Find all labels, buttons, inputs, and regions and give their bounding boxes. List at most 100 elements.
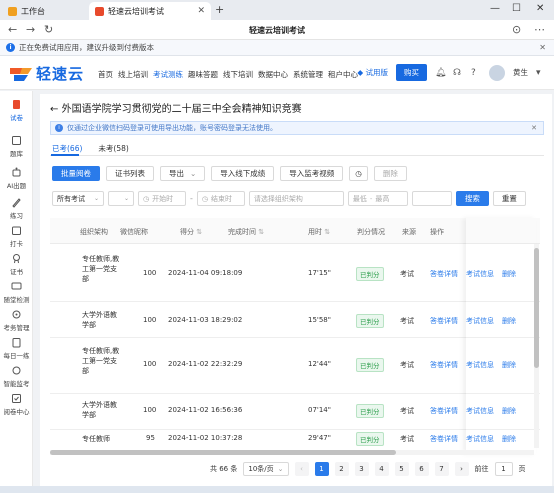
settings-icon[interactable]: ⊙ [512,23,521,36]
horizontal-scroll-thumb[interactable] [50,450,396,455]
sidebar-item-papers[interactable]: 试卷 [0,99,33,122]
org-select[interactable]: 请选择组织架构 [248,191,344,206]
tab-taken[interactable]: 已考(66) [52,143,82,154]
sidebar-item-question-bank[interactable]: 题库 [0,135,33,158]
column-header-duration[interactable]: 用时 ⇅ [308,227,330,237]
logo-icon [10,67,32,81]
page-button-3[interactable]: 3 [354,462,369,476]
minimize-icon[interactable]: — [490,3,500,14]
exam-info-link[interactable]: 考试信息 [466,434,494,444]
menu-item-exam[interactable]: 考试测练 [153,69,183,80]
exam-info-link[interactable]: 考试信息 [466,269,494,279]
column-header-org[interactable]: 组织架构 [80,227,108,237]
prev-page-button[interactable]: ‹ [294,462,309,476]
sidebar-item-class-test[interactable]: 随堂检测 [0,281,33,304]
new-tab-icon[interactable]: + [215,3,224,16]
extra-select[interactable]: ⌄ [108,191,134,206]
close-window-icon[interactable]: ✕ [536,3,544,14]
answer-detail-link[interactable]: 答卷详情 [430,316,458,326]
page-button-5[interactable]: 5 [394,462,409,476]
batch-grade-button[interactable]: 批量阅卷 [52,166,100,181]
delete-link[interactable]: 删除 [502,406,516,416]
import-video-button[interactable]: 导入监考视频 [280,166,344,181]
browser-tab-training[interactable]: 轻速云培训考试 ✕ [89,2,211,20]
page-button-4[interactable]: 4 [374,462,389,476]
duration-cell: 07'14" [308,406,331,414]
buy-button[interactable]: 购买 [396,64,427,81]
page-button-7[interactable]: 7 [434,462,449,476]
min-score-input[interactable]: 最低 - 最高 [347,191,408,206]
page-button-1[interactable]: 1 [314,462,329,476]
menu-item-system[interactable]: 系统管理 [293,69,323,80]
menu-item-offline-training[interactable]: 线下培训 [223,69,253,80]
user-name[interactable]: 黄生 [513,67,528,78]
sidebar-item-certificate[interactable]: 证书 [0,253,33,276]
answer-detail-link[interactable]: 答卷详情 [430,406,458,416]
name-search-input[interactable] [411,191,452,206]
back-arrow-icon[interactable]: ← [50,104,58,115]
start-time-input[interactable]: ◷ 开始时 [138,191,186,206]
sidebar-item-grading[interactable]: 阅卷中心 [0,393,33,416]
delete-button[interactable]: 删除 [373,166,407,181]
tab-not-taken[interactable]: 未考(58) [98,143,128,154]
answer-detail-link[interactable]: 答卷详情 [430,434,458,444]
answer-detail-link[interactable]: 答卷详情 [430,269,458,279]
menu-item-quiz[interactable]: 趣味答题 [188,69,218,80]
horizontal-scrollbar[interactable] [50,450,534,455]
exam-info-link[interactable]: 考试信息 [466,316,494,326]
table-row[interactable]: 大学外语教学部 100 2024-11-02 16:56:36 07'14" 已… [50,394,540,430]
sidebar-item-proctoring[interactable]: 智能监考 [0,365,33,388]
exam-type-select[interactable]: 所有考试 ⌄ [52,191,104,206]
browser-tab-workbench[interactable]: 工作台 [2,2,86,20]
next-page-button[interactable]: › [454,462,469,476]
maximize-icon[interactable]: ☐ [512,3,521,14]
sidebar-item-exam-admin[interactable]: 考务管理 [0,309,33,332]
close-notice-icon[interactable]: ✕ [539,43,546,52]
close-tab-icon[interactable]: ✕ [197,6,205,16]
exam-info-link[interactable]: 考试信息 [466,360,494,370]
notification-bell-icon[interactable]: 🔔︎ [435,68,446,78]
sidebar-item-checkin[interactable]: 打卡 [0,225,33,248]
delete-link[interactable]: 删除 [502,316,516,326]
export-button[interactable]: 导出 ⌄ [160,166,206,181]
table-row[interactable]: 大学外语教学部 100 2024-11-03 18:29:02 15'58" 已… [50,302,540,338]
help-icon[interactable]: ? [471,68,481,78]
certificate-list-button[interactable]: 证书列表 [106,166,154,181]
column-header-finish-time[interactable]: 完成时间 ⇅ [228,227,264,237]
headset-icon[interactable]: ☊ [453,68,463,78]
avatar[interactable] [489,64,505,81]
sidebar-item-practice[interactable]: 练习 [0,197,33,220]
page-button-6[interactable]: 6 [414,462,429,476]
column-header-nickname[interactable]: 微信昵称 [120,227,148,237]
org-placeholder: 请选择组织架构 [253,194,303,203]
delete-link[interactable]: 删除 [502,360,516,370]
close-tip-icon[interactable]: ✕ [531,124,537,132]
page-size-select[interactable]: 10条/页 ⌄ [243,462,289,476]
vertical-scrollbar[interactable] [534,244,539,448]
more-icon[interactable]: ⋯ [534,23,545,36]
app-logo[interactable]: 轻速云 [8,63,84,84]
search-button[interactable]: 搜索 [455,191,489,206]
table-row[interactable]: 专任教师 95 2024-11-02 10:37:28 29'47" 已判分 考… [50,430,540,450]
menu-item-home[interactable]: 首页 [98,69,113,80]
page-button-2[interactable]: 2 [334,462,349,476]
table-row[interactable]: 专任教师,教工第一党支部 100 2024-11-04 09:18:09 17'… [50,244,540,302]
sidebar-item-daily-practice[interactable]: 每日一练 [0,337,33,360]
history-button[interactable]: ◷ [349,166,368,181]
column-header-score[interactable]: 得分 ⇅ [180,227,202,237]
vertical-scroll-thumb[interactable] [534,248,539,368]
import-offline-button[interactable]: 导入线下成绩 [211,166,275,181]
menu-item-online-training[interactable]: 线上培训 [118,69,148,80]
goto-page-input[interactable]: 1 [494,462,513,476]
reset-button[interactable]: 重置 [492,191,526,206]
menu-item-tenant[interactable]: 租户中心 [328,69,358,80]
table-row[interactable]: 专任教师,教工第一党支部 100 2024-11-02 22:32:29 12'… [50,338,540,394]
chevron-down-icon[interactable]: ▾ [536,68,546,78]
delete-link[interactable]: 删除 [502,434,516,444]
sidebar-item-ai-questions[interactable]: AI出题 [0,167,33,190]
exam-info-link[interactable]: 考试信息 [466,406,494,416]
delete-link[interactable]: 删除 [502,269,516,279]
answer-detail-link[interactable]: 答卷详情 [430,360,458,370]
menu-item-data-center[interactable]: 数据中心 [258,69,288,80]
end-time-input[interactable]: ◷ 结束时 [196,191,245,206]
